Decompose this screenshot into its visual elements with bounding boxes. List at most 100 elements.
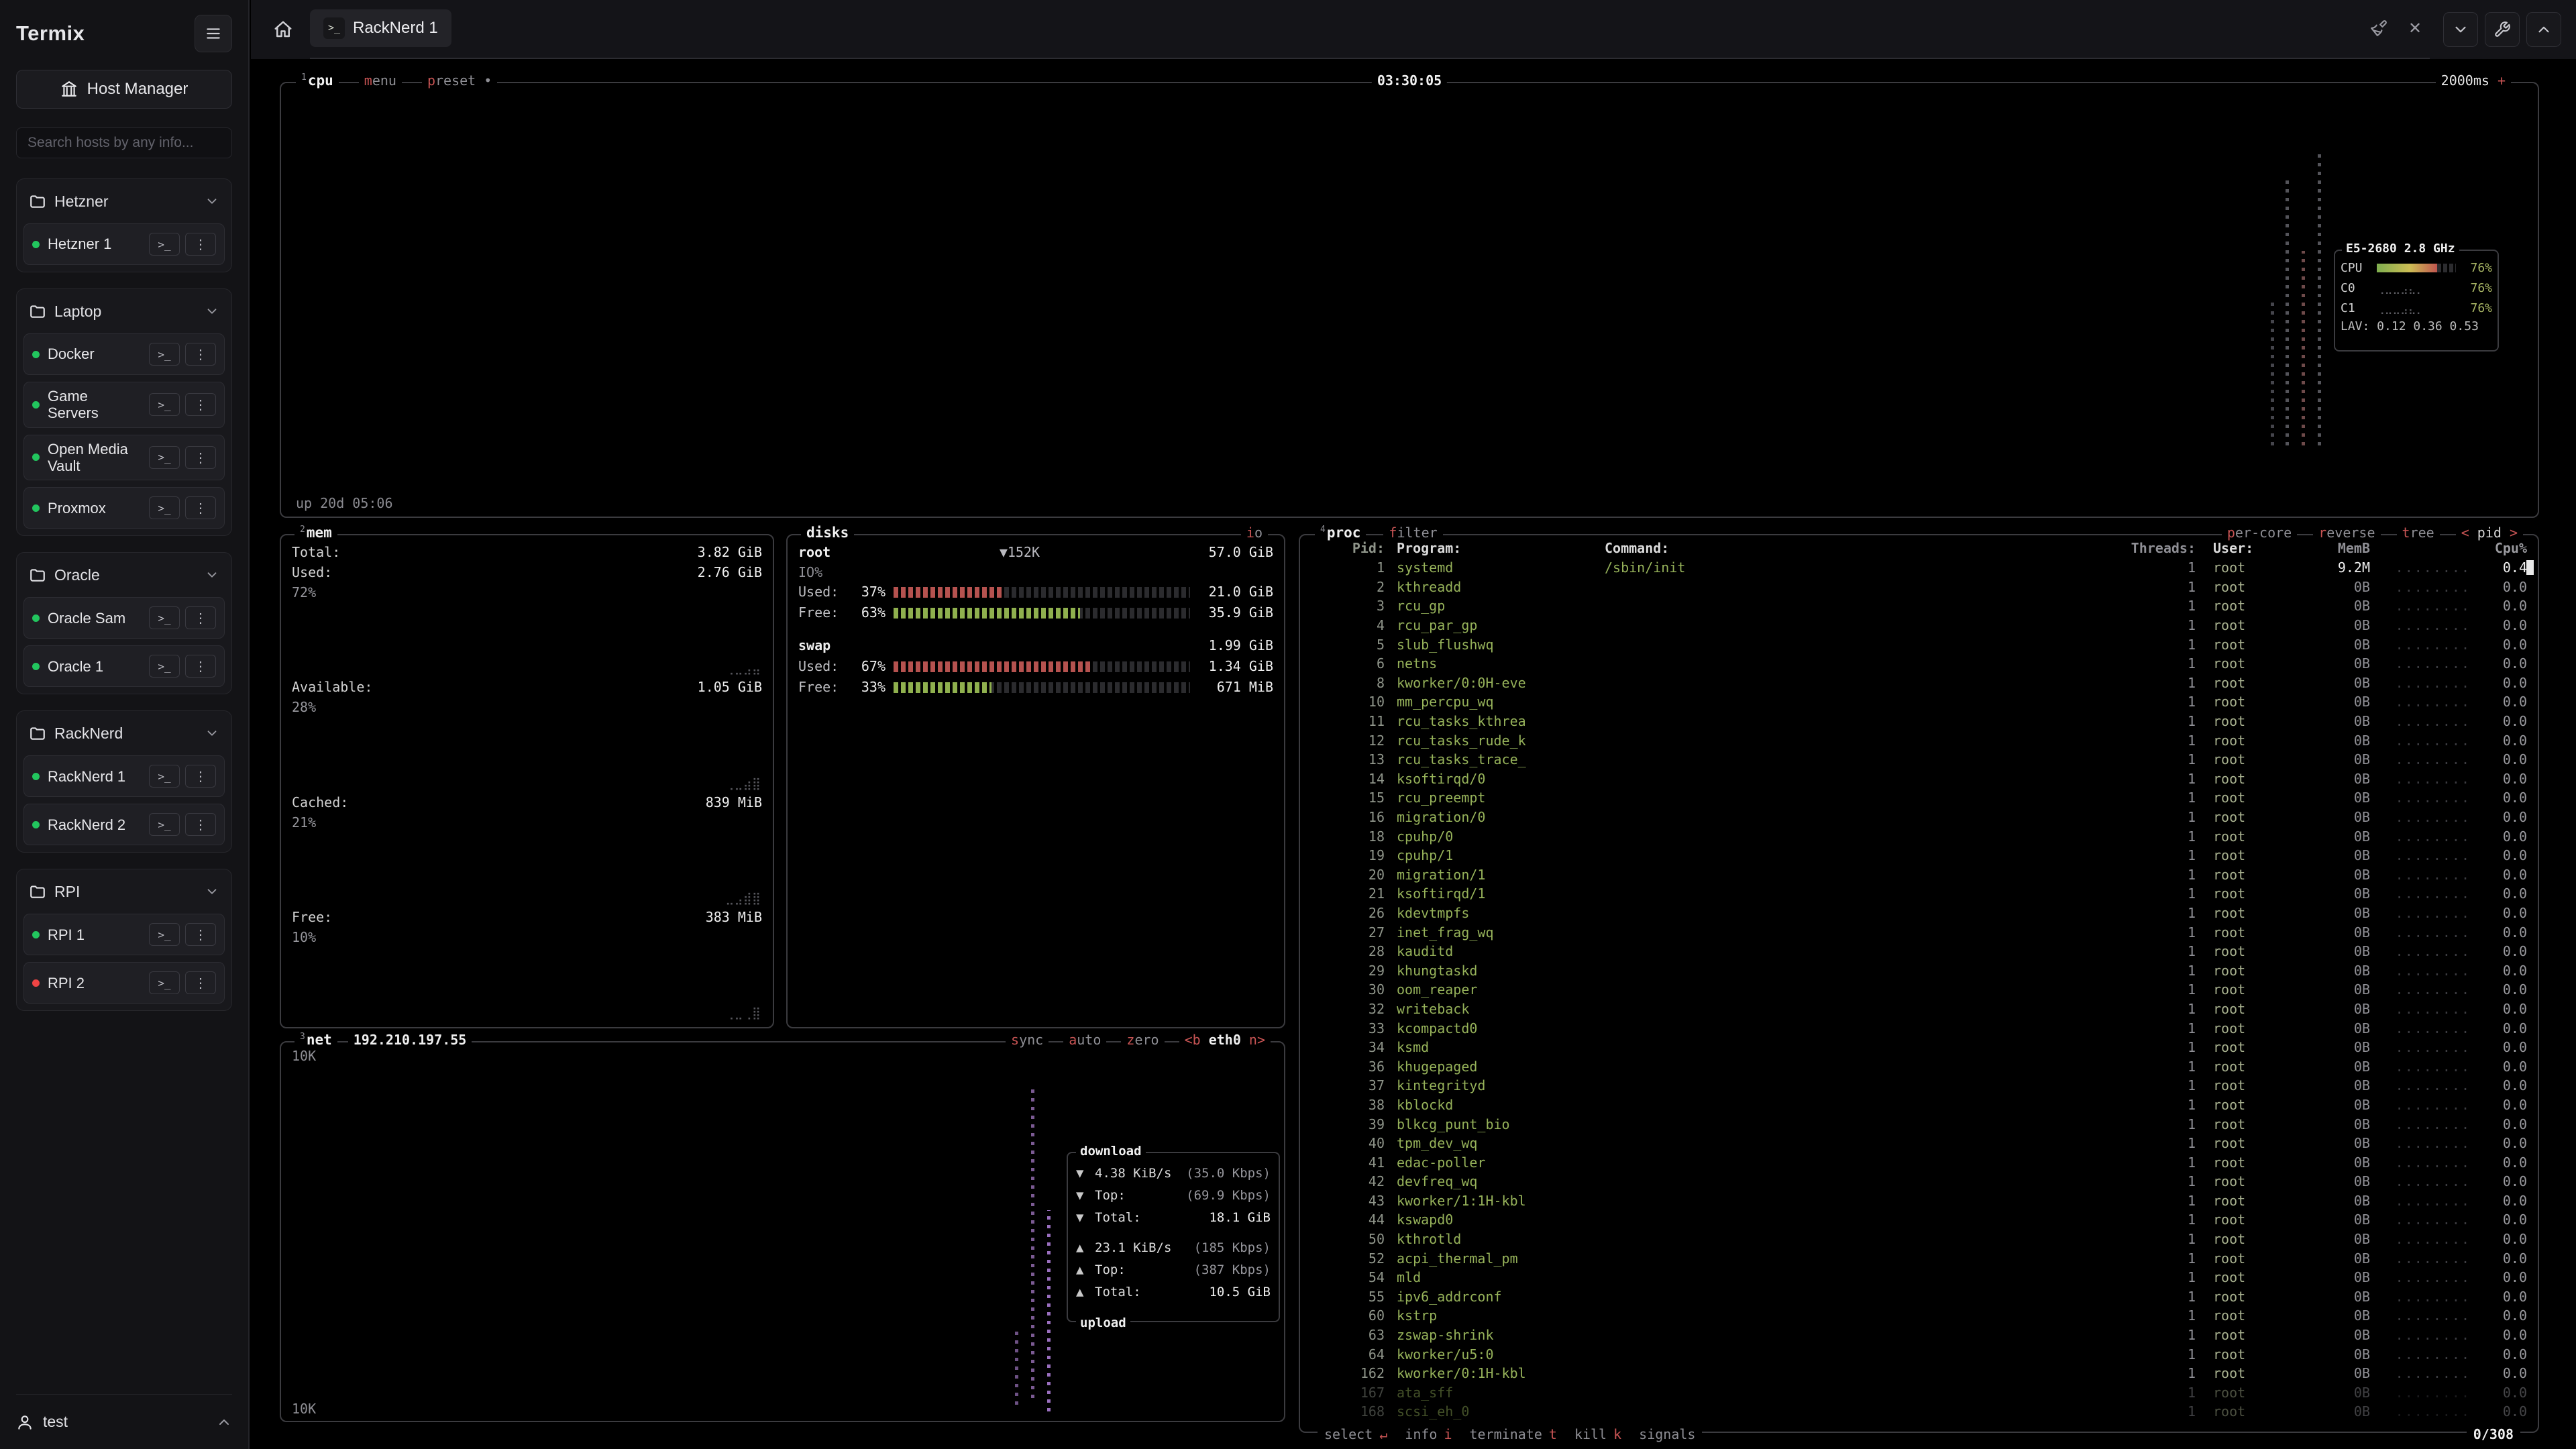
host-terminal-button[interactable]: >_	[149, 393, 180, 416]
close-tab-button[interactable]: ✕	[2400, 13, 2430, 43]
filter-button[interactable]: filter	[1383, 525, 1442, 541]
tab-racknerd-1[interactable]: >_ RackNerd 1	[310, 9, 451, 47]
host-row[interactable]: Oracle Sam>_⋮	[23, 597, 225, 639]
process-row[interactable]: 28kauditd1root0B........0.0	[1300, 942, 2538, 961]
host-row[interactable]: Game Servers>_⋮	[23, 382, 225, 428]
host-menu-button[interactable]: ⋮	[185, 655, 216, 678]
host-menu-button[interactable]: ⋮	[185, 343, 216, 366]
process-row[interactable]: 36khugepaged1root0B........0.0	[1300, 1057, 2538, 1076]
host-row[interactable]: Hetzner 1>_⋮	[23, 223, 225, 265]
hotkey-hint-terminate[interactable]: terminatet	[1470, 1426, 1557, 1442]
host-row[interactable]: RackNerd 2>_⋮	[23, 804, 225, 845]
host-terminal-button[interactable]: >_	[149, 765, 180, 788]
host-menu-button[interactable]: ⋮	[185, 606, 216, 629]
hotkey-hint-info[interactable]: infoi	[1405, 1426, 1452, 1442]
host-manager-button[interactable]: Host Manager	[16, 70, 232, 109]
process-row[interactable]: 63zswap-shrink1root0B........0.0	[1300, 1326, 2538, 1345]
panel-down-button[interactable]	[2443, 12, 2478, 47]
host-menu-button[interactable]: ⋮	[185, 971, 216, 994]
panel-up-button[interactable]	[2526, 12, 2561, 47]
sidebar-menu-button[interactable]	[195, 15, 232, 52]
process-row[interactable]: 2kthreadd1root0B........0.0	[1300, 578, 2538, 597]
process-row[interactable]: 52acpi_thermal_pm1root0B........0.0	[1300, 1248, 2538, 1268]
host-terminal-button[interactable]: >_	[149, 923, 180, 946]
process-row[interactable]: 11rcu_tasks_kthrea1root0B........0.0	[1300, 712, 2538, 731]
folder-header-oracle[interactable]: Oracle	[23, 559, 225, 590]
folder-header-rpi[interactable]: RPI	[23, 876, 225, 907]
process-row[interactable]: 18cpuhp/01root0B........0.0	[1300, 826, 2538, 846]
process-row[interactable]: 40tpm_dev_wq1root0B........0.0	[1300, 1134, 2538, 1153]
process-row[interactable]: 168scsi_eh_01root0B........0.0	[1300, 1402, 2538, 1421]
process-row[interactable]: 5slub_flushwq1root0B........0.0	[1300, 635, 2538, 654]
menu-button[interactable]: menu	[359, 72, 402, 89]
process-row[interactable]: 54mld1root0B........0.0	[1300, 1268, 2538, 1287]
host-row[interactable]: Open Media Vault>_⋮	[23, 435, 225, 481]
host-menu-button[interactable]: ⋮	[185, 496, 216, 519]
process-row[interactable]: 34ksmd1root0B........0.0	[1300, 1038, 2538, 1057]
process-row[interactable]: 50kthrotld1root0B........0.0	[1300, 1230, 2538, 1249]
host-menu-button[interactable]: ⋮	[185, 923, 216, 946]
process-row[interactable]: 13rcu_tasks_trace_1root0B........0.0	[1300, 750, 2538, 769]
next-interface-key[interactable]: n>	[1249, 1032, 1265, 1048]
host-row[interactable]: Proxmox>_⋮	[23, 487, 225, 529]
process-row[interactable]: 14ksoftirqd/01root0B........0.0	[1300, 769, 2538, 789]
host-terminal-button[interactable]: >_	[149, 496, 180, 519]
process-row[interactable]: 33kcompactd01root0B........0.0	[1300, 1018, 2538, 1038]
process-row[interactable]: 27inet_frag_wq1root0B........0.0	[1300, 922, 2538, 942]
net-tab-sync[interactable]: sync	[1006, 1032, 1049, 1048]
process-row[interactable]: 4rcu_par_gp1root0B........0.0	[1300, 616, 2538, 635]
process-row[interactable]: 19cpuhp/11root0B........0.0	[1300, 846, 2538, 865]
host-menu-button[interactable]: ⋮	[185, 233, 216, 256]
host-terminal-button[interactable]: >_	[149, 655, 180, 678]
sort-next-key[interactable]: >	[2510, 525, 2518, 541]
host-search-input[interactable]	[16, 127, 232, 158]
sort-prev-key[interactable]: <	[2461, 525, 2469, 541]
process-row[interactable]: 38kblockd1root0B........0.0	[1300, 1095, 2538, 1115]
host-terminal-button[interactable]: >_	[149, 971, 180, 994]
preset-button[interactable]: preset •	[422, 72, 497, 89]
process-row[interactable]: 16migration/01root0B........0.0	[1300, 808, 2538, 827]
prev-interface-key[interactable]: <b	[1185, 1032, 1201, 1048]
process-row[interactable]: 12rcu_tasks_rude_k1root0B........0.0	[1300, 731, 2538, 750]
process-row[interactable]: 32writeback1root0B........0.0	[1300, 1000, 2538, 1019]
proc-option-tree[interactable]: tree	[2397, 525, 2440, 541]
process-row[interactable]: 26kdevtmpfs1root0B........0.0	[1300, 904, 2538, 923]
host-row[interactable]: RackNerd 1>_⋮	[23, 755, 225, 797]
process-row[interactable]: 1systemd/sbin/init1root9.2M........0.4	[1300, 558, 2538, 578]
process-row[interactable]: 21ksoftirqd/11root0B........0.0	[1300, 884, 2538, 904]
process-row[interactable]: 37kintegrityd1root0B........0.0	[1300, 1076, 2538, 1095]
hotkey-hint-select[interactable]: select↵	[1324, 1426, 1387, 1442]
process-row[interactable]: 20migration/11root0B........0.0	[1300, 865, 2538, 885]
net-tab-auto[interactable]: auto	[1063, 1032, 1106, 1048]
process-row[interactable]: 30oom_reaper1root0B........0.0	[1300, 980, 2538, 1000]
process-row[interactable]: 43kworker/1:1H-kbl1root0B........0.0	[1300, 1191, 2538, 1211]
process-row[interactable]: 60kstrp1root0B........0.0	[1300, 1306, 2538, 1326]
host-row[interactable]: RPI 2>_⋮	[23, 962, 225, 1004]
host-row[interactable]: Docker>_⋮	[23, 333, 225, 375]
proc-option-per-core[interactable]: per-core	[2222, 525, 2297, 541]
process-row[interactable]: 29khungtaskd1root0B........0.0	[1300, 961, 2538, 980]
process-row[interactable]: 10mm_percpu_wq1root0B........0.0	[1300, 692, 2538, 712]
folder-header-racknerd[interactable]: RackNerd	[23, 718, 225, 749]
host-menu-button[interactable]: ⋮	[185, 393, 216, 416]
process-row[interactable]: 55ipv6_addrconf1root0B........0.0	[1300, 1287, 2538, 1307]
host-menu-button[interactable]: ⋮	[185, 813, 216, 836]
net-interface-selector[interactable]: <b eth0 n>	[1179, 1032, 1271, 1048]
host-row[interactable]: RPI 1>_⋮	[23, 914, 225, 955]
proc-option-reverse[interactable]: reverse	[2313, 525, 2380, 541]
process-row[interactable]: 167ata_sff1root0B........0.0	[1300, 1383, 2538, 1403]
hotkey-hint-signals[interactable]: signals	[1639, 1426, 1695, 1442]
folder-header-hetzner[interactable]: Hetzner	[23, 186, 225, 217]
process-row[interactable]: 41edac-poller1root0B........0.0	[1300, 1152, 2538, 1172]
host-row[interactable]: Oracle 1>_⋮	[23, 645, 225, 687]
process-row[interactable]: 15rcu_preempt1root0B........0.0	[1300, 788, 2538, 808]
folder-header-laptop[interactable]: Laptop	[23, 296, 225, 327]
process-row[interactable]: 42devfreq_wq1root0B........0.0	[1300, 1172, 2538, 1191]
net-tab-zero[interactable]: zero	[1121, 1032, 1164, 1048]
proc-sort-selector[interactable]: < pid >	[2456, 525, 2523, 541]
host-menu-button[interactable]: ⋮	[185, 446, 216, 469]
host-terminal-button[interactable]: >_	[149, 343, 180, 366]
process-row[interactable]: 3rcu_gp1root0B........0.0	[1300, 596, 2538, 616]
process-row[interactable]: 162kworker/0:1H-kbl1root0B........0.0	[1300, 1364, 2538, 1383]
host-menu-button[interactable]: ⋮	[185, 765, 216, 788]
